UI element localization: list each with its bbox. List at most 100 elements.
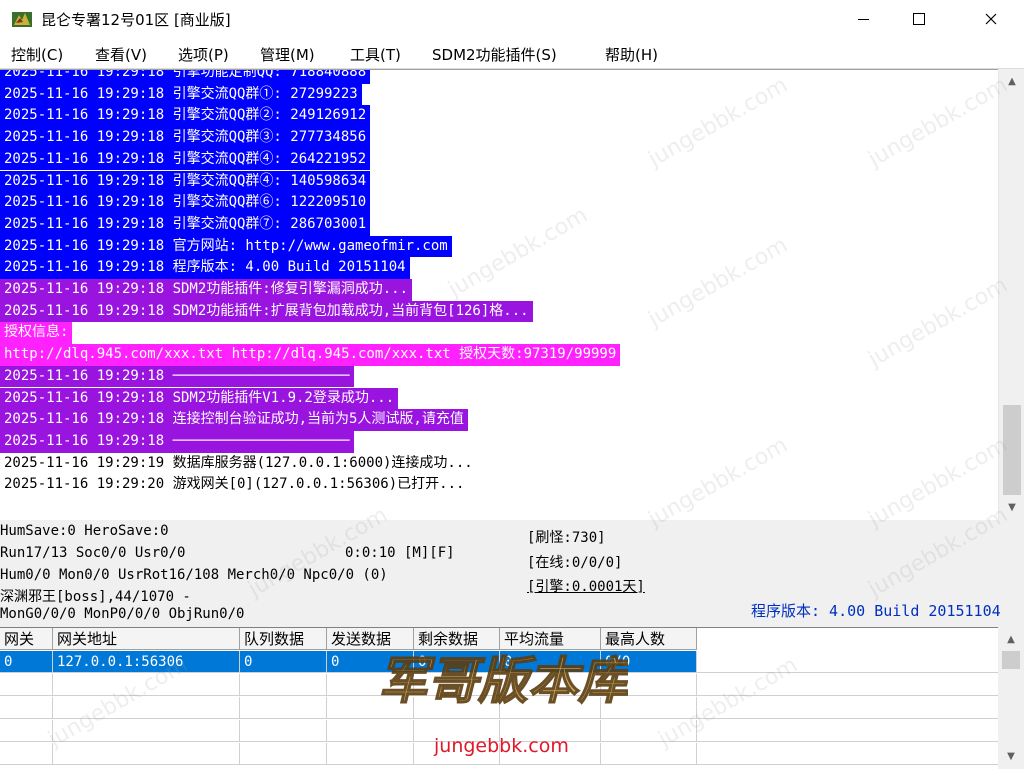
log-line: 2025-11-16 19:29:18 官方网站: http://www.gam… xyxy=(0,235,452,258)
table-cell xyxy=(414,697,500,719)
log-line: 授权信息: xyxy=(0,322,73,345)
table-cell xyxy=(327,674,414,696)
log-line: 2025-11-16 19:29:19 数据库服务器(127.0.0.1:600… xyxy=(4,454,473,471)
column-header[interactable]: 网关地址 xyxy=(53,628,240,650)
refresh-monster-count: [刷怪:730] xyxy=(527,530,606,546)
table-cell: 0 xyxy=(327,651,414,673)
object-status: Hum0/0 Mon0/0 UsrRot16/108 Merch0/0 Npc0… xyxy=(0,567,388,583)
table-cell xyxy=(240,743,327,765)
status-panel: HumSave:0 HeroSave:0 Run17/13 Soc0/0 Usr… xyxy=(0,520,1024,626)
menu-help[interactable]: 帮助(H) xyxy=(605,44,658,65)
table-cell xyxy=(327,697,414,719)
minimize-button[interactable] xyxy=(840,0,886,38)
close-button[interactable] xyxy=(968,0,1014,38)
table-cell xyxy=(414,674,500,696)
table-row[interactable] xyxy=(0,697,998,719)
log-line: 2025-11-16 19:29:18 SDM2功能插件:扩展背包加载成功,当前… xyxy=(0,300,533,323)
close-icon xyxy=(985,13,997,25)
table-cell xyxy=(601,674,697,696)
log-scrollbar[interactable]: ▲ ▼ xyxy=(998,69,1024,519)
log-line: 2025-11-16 19:29:18 ────────────────────… xyxy=(0,430,354,453)
table-cell xyxy=(500,697,601,719)
table-filler xyxy=(697,743,998,765)
table-cell xyxy=(327,720,414,742)
window-title: 昆仑专署12号01区 [商业版] xyxy=(41,11,231,29)
table-cell: 0 xyxy=(0,651,53,673)
boss-status: 深渊邪王[boss],44/1070 - xyxy=(0,589,191,605)
scroll-down-icon[interactable]: ▼ xyxy=(999,497,1024,517)
menu-view[interactable]: 查看(V) xyxy=(95,44,147,65)
table-cell xyxy=(601,697,697,719)
log-line: http://dlq.945.com/xxx.txt http://dlq.94… xyxy=(0,344,621,366)
run-status: Run17/13 Soc0/0 Usr0/0 xyxy=(0,545,186,561)
minimize-icon xyxy=(857,18,869,20)
table-scroll-up-icon[interactable]: ▲ xyxy=(998,629,1024,649)
table-filler xyxy=(697,720,998,742)
log-line: 2025-11-16 19:29:18 引擎功能定制QQ: 718840888 xyxy=(0,70,371,84)
table-cell xyxy=(601,720,697,742)
table-cell: 0 xyxy=(414,651,500,673)
log-output[interactable]: 2025-11-16 19:29:18 引擎功能定制QQ: 718840888 2… xyxy=(0,69,998,520)
scroll-thumb[interactable] xyxy=(1003,405,1021,495)
log-line: 2025-11-16 19:29:18 连接控制台验证成功,当前为5人测试版,请… xyxy=(0,409,468,431)
column-header[interactable]: 平均流量 xyxy=(500,628,601,650)
table-cell xyxy=(0,697,53,719)
app-icon xyxy=(12,12,32,27)
program-version: 程序版本: 4.00 Build 20151104 xyxy=(751,602,1001,620)
table-cell xyxy=(53,697,240,719)
log-line: 2025-11-16 19:29:18 引擎交流QQ群④: 140598634 xyxy=(0,170,371,193)
column-header[interactable]: 队列数据 xyxy=(240,628,327,650)
column-header[interactable]: 发送数据 xyxy=(327,628,414,650)
table-filler xyxy=(697,651,998,673)
table-cell xyxy=(500,674,601,696)
table-cell xyxy=(601,743,697,765)
table-cell xyxy=(53,743,240,765)
table-scroll-thumb[interactable] xyxy=(1002,651,1020,669)
table-cell xyxy=(327,743,414,765)
menu-manage[interactable]: 管理(M) xyxy=(260,44,315,65)
table-cell xyxy=(53,720,240,742)
title-bar[interactable]: 昆仑专署12号01区 [商业版] xyxy=(0,0,1024,38)
menu-options[interactable]: 选项(P) xyxy=(178,44,229,65)
menu-sdm2-plugin[interactable]: SDM2功能插件(S) xyxy=(432,44,557,65)
column-header[interactable]: 剩余数据 xyxy=(414,628,500,650)
log-line: 2025-11-16 19:29:18 引擎交流QQ群⑦: 286703001 xyxy=(0,213,371,236)
watermark-site: jungebbk.com xyxy=(434,735,569,757)
column-header[interactable]: 网关 xyxy=(0,628,53,650)
table-cell xyxy=(0,743,53,765)
table-cell: 0/0 xyxy=(601,651,697,673)
log-line: 2025-11-16 19:29:18 SDM2功能插件:修复引擎漏洞成功... xyxy=(0,279,413,301)
table-cell xyxy=(240,720,327,742)
table-cell xyxy=(0,720,53,742)
table-cell: 0 xyxy=(500,651,601,673)
log-line: 2025-11-16 19:29:18 引擎交流QQ群⑥: 122209510 xyxy=(0,192,371,214)
log-line: 2025-11-16 19:29:18 引擎交流QQ群④: 264221952 xyxy=(0,148,371,171)
column-header[interactable]: 最高人数 xyxy=(601,628,697,650)
log-line: 2025-11-16 19:29:18 引擎交流QQ群③: 277734856 xyxy=(0,127,371,149)
monster-status: MonG0/0/0 MonP0/0/0 ObjRun0/0 xyxy=(0,606,245,622)
maximize-icon xyxy=(913,13,925,25)
table-scrollbar[interactable]: ▲ ▼ xyxy=(998,627,1024,768)
maximize-button[interactable] xyxy=(896,0,942,38)
table-row[interactable] xyxy=(0,674,998,696)
save-status: HumSave:0 HeroSave:0 xyxy=(0,523,169,539)
scroll-up-icon[interactable]: ▲ xyxy=(999,71,1024,91)
log-line: 2025-11-16 19:29:18 程序版本: 4.00 Build 201… xyxy=(0,257,410,279)
log-line: 2025-11-16 19:29:18 引擎交流QQ群①: 27299223 xyxy=(0,83,362,106)
menu-tools[interactable]: 工具(T) xyxy=(350,44,401,65)
log-line: 2025-11-16 19:29:18 引擎交流QQ群②: 249126912 xyxy=(0,105,371,128)
table-cell xyxy=(53,674,240,696)
table-cell: 0 xyxy=(240,651,327,673)
table-cell xyxy=(240,697,327,719)
table-scroll-down-icon[interactable]: ▼ xyxy=(998,746,1024,766)
online-count: [在线:0/0/0] xyxy=(527,555,623,571)
menu-control[interactable]: 控制(C) xyxy=(11,44,63,65)
log-line: 2025-11-16 19:29:20 游戏网关[0](127.0.0.1:56… xyxy=(4,476,465,493)
table-cell: 127.0.0.1:56306 xyxy=(53,651,240,673)
table-row[interactable]: 0 127.0.0.1:56306 0 0 0 0 0/0 xyxy=(0,651,998,673)
log-line: 2025-11-16 19:29:18 ────────────────────… xyxy=(0,365,354,388)
log-line: 2025-11-16 19:29:18 SDM2功能插件V1.9.2登录成功..… xyxy=(0,387,399,410)
menu-bar: 控制(C) 查看(V) 选项(P) 管理(M) 工具(T) SDM2功能插件(S… xyxy=(0,38,1024,69)
table-cell xyxy=(240,674,327,696)
table-filler xyxy=(697,674,998,696)
